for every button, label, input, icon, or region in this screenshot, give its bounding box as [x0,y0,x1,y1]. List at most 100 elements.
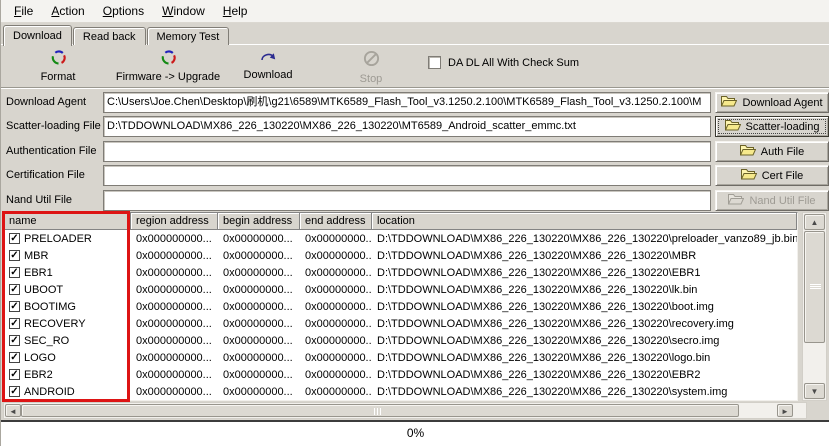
row-checkbox[interactable]: ✓ [9,386,20,397]
field-input-download-agent[interactable]: C:\Users\Joe.Chen\Desktop\刷机\g21\6589\MT… [103,92,711,113]
flash-tool-window: { "menu": { "items": [ { "label": "File"… [0,0,829,446]
scroll-right-icon[interactable]: ► [777,404,793,417]
menu-item-help[interactable]: Help [214,1,257,21]
table-row-mbr[interactable]: ✓MBR0x000000000...0x00000000...0x0000000… [4,247,797,264]
horizontal-scrollbar[interactable]: ◄ ► [3,402,807,419]
menu-item-file[interactable]: File [5,1,42,21]
field-input-authentication-file[interactable] [103,141,711,162]
cell-name: ✓UBOOT [4,284,131,296]
folder-open-icon [741,168,757,183]
field-label-authentication-file: Authentication File [6,141,102,162]
table-body: ✓PRELOADER0x000000000...0x00000000...0x0… [4,230,797,400]
cell-name: ✓EBR1 [4,267,131,279]
table-row-uboot[interactable]: ✓UBOOT0x000000000...0x00000000...0x00000… [4,281,797,298]
cell-region-address: 0x000000000... [131,284,218,296]
tab-download[interactable]: Download [3,25,72,46]
browse-button-download-agent[interactable]: Download Agent [715,92,829,113]
field-label-certification-file: Certification File [6,165,102,186]
cell-begin-address: 0x00000000... [218,386,300,398]
menu-item-options[interactable]: Options [94,1,153,21]
field-label-nand-util-file: Nand Util File [6,190,102,211]
firmware-upgrade-button[interactable]: Firmware -> Upgrade [93,50,243,83]
download-button[interactable]: Download [233,50,303,81]
cell-region-address: 0x000000000... [131,233,218,245]
menu-bar: FileActionOptionsWindowHelp [1,0,829,23]
scroll-left-icon[interactable]: ◄ [5,404,21,417]
row-checkbox[interactable]: ✓ [9,318,20,329]
field-label-scatter-loading-file: Scatter-loading File [6,116,102,137]
toolbar-separator [1,87,829,89]
thumb-grip [810,284,821,290]
cell-name: ✓MBR [4,250,131,262]
table-row-recovery[interactable]: ✓RECOVERY0x000000000...0x00000000...0x00… [4,315,797,332]
cell-name: ✓EBR2 [4,369,131,381]
cell-location: D:\TDDOWNLOAD\MX86_226_130220\MX86_226_1… [372,352,797,364]
download-label: Download [244,69,293,81]
cell-begin-address: 0x00000000... [218,369,300,381]
column-header-begin-address[interactable]: begin address [218,213,300,230]
table-row-ebr1[interactable]: ✓EBR10x000000000...0x00000000...0x000000… [4,264,797,281]
tab-strip: DownloadRead backMemory Test [1,23,829,45]
da-dl-checksum-checkbox[interactable] [428,56,441,69]
field-input-scatter-loading-file[interactable]: D:\TDDOWNLOAD\MX86_226_130220\MX86_226_1… [103,116,711,137]
tab-read-back[interactable]: Read back [73,27,146,45]
menu-item-action[interactable]: Action [42,1,93,21]
cell-begin-address: 0x00000000... [218,267,300,279]
cell-location: D:\TDDOWNLOAD\MX86_226_130220\MX86_226_1… [372,250,797,262]
row-checkbox[interactable]: ✓ [9,250,20,261]
stop-icon [363,50,380,70]
vertical-scrollbar[interactable]: ▲ ▼ [802,212,827,401]
field-input-nand-util-file[interactable] [103,190,711,211]
vertical-scroll-thumb[interactable] [804,231,825,343]
scroll-up-icon[interactable]: ▲ [804,214,825,230]
cell-region-address: 0x000000000... [131,352,218,364]
browse-button-auth-file[interactable]: Auth File [715,141,829,162]
format-icon [51,50,66,68]
row-checkbox[interactable]: ✓ [9,233,20,244]
row-checkbox[interactable]: ✓ [9,369,20,380]
format-button[interactable]: Format [25,50,91,83]
column-header-end-address[interactable]: end address [300,213,372,230]
cell-name: ✓ANDROID [4,386,131,398]
table-row-ebr2[interactable]: ✓EBR20x000000000...0x00000000...0x000000… [4,366,797,383]
table-row-sec-ro[interactable]: ✓SEC_RO0x000000000...0x00000000...0x0000… [4,332,797,349]
column-header-location[interactable]: location [372,213,797,230]
cell-end-address: 0x00000000... [300,318,372,330]
row-checkbox[interactable]: ✓ [9,335,20,346]
table-header: nameregion addressbegin addressend addre… [4,213,797,230]
cell-end-address: 0x00000000... [300,267,372,279]
cell-begin-address: 0x00000000... [218,250,300,262]
row-checkbox[interactable]: ✓ [9,301,20,312]
menu-item-window[interactable]: Window [153,1,214,21]
row-checkbox[interactable]: ✓ [9,352,20,363]
cell-begin-address: 0x00000000... [218,352,300,364]
row-checkbox[interactable]: ✓ [9,284,20,295]
scroll-down-icon[interactable]: ▼ [804,383,825,399]
cell-name: ✓BOOTIMG [4,301,131,313]
cell-name: ✓RECOVERY [4,318,131,330]
cell-location: D:\TDDOWNLOAD\MX86_226_130220\MX86_226_1… [372,318,797,330]
column-header-region-address[interactable]: region address [131,213,218,230]
field-input-certification-file[interactable] [103,165,711,186]
cell-begin-address: 0x00000000... [218,284,300,296]
table-row-preloader[interactable]: ✓PRELOADER0x000000000...0x00000000...0x0… [4,230,797,247]
folder-open-icon [721,95,737,110]
browse-button-scatter-loading[interactable]: Scatter-loading [715,116,829,137]
column-header-name[interactable]: name [4,213,131,230]
da-dl-checksum-label: DA DL All With Check Sum [448,57,579,69]
row-checkbox[interactable]: ✓ [9,267,20,278]
progress-percent: 0% [407,426,424,440]
horizontal-scroll-thumb[interactable] [21,404,739,417]
table-row-logo[interactable]: ✓LOGO0x000000000...0x00000000...0x000000… [4,349,797,366]
cell-name: ✓LOGO [4,352,131,364]
cell-location: D:\TDDOWNLOAD\MX86_226_130220\MX86_226_1… [372,267,797,279]
table-row-bootimg[interactable]: ✓BOOTIMG0x000000000...0x00000000...0x000… [4,298,797,315]
cell-region-address: 0x000000000... [131,386,218,398]
cell-region-address: 0x000000000... [131,369,218,381]
tab-memory-test[interactable]: Memory Test [147,27,230,45]
field-label-download-agent: Download Agent [6,92,102,113]
thumb-grip [374,408,381,415]
cell-end-address: 0x00000000... [300,250,372,262]
table-row-android[interactable]: ✓ANDROID0x000000000...0x00000000...0x000… [4,383,797,400]
browse-button-cert-file[interactable]: Cert File [715,165,829,186]
